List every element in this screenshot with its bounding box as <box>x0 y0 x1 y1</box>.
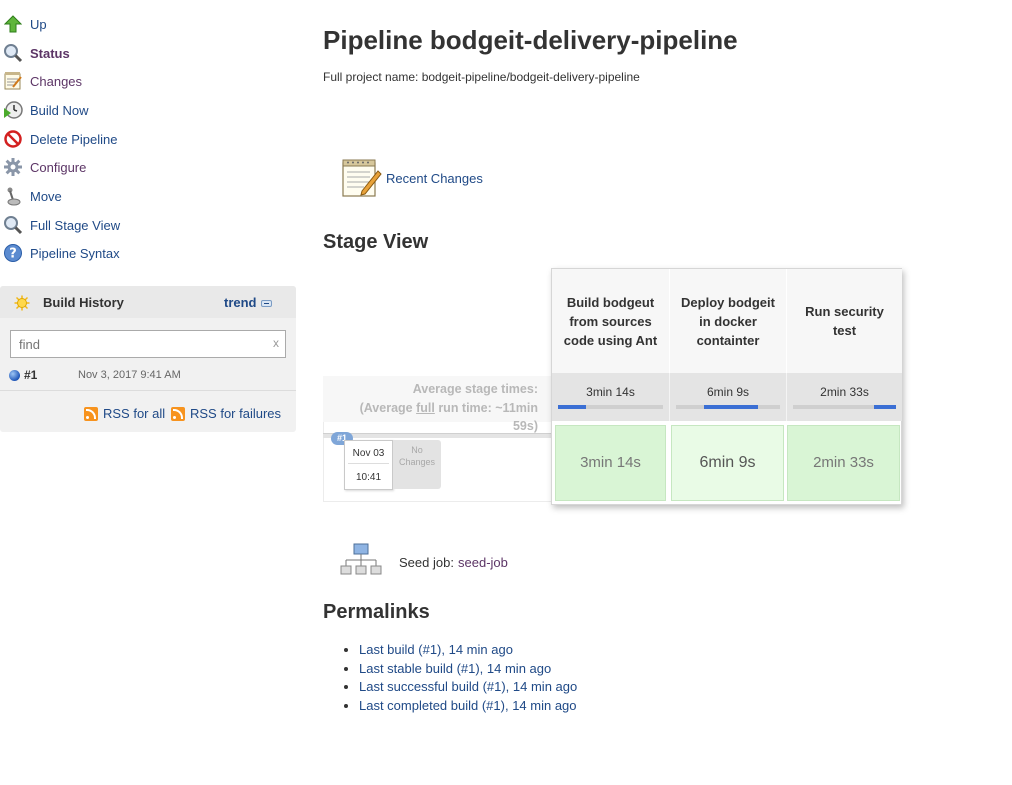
task-full-stage-view-link[interactable]: Full Stage View <box>30 218 120 233</box>
permalink-item: Last build (#1), 14 min ago <box>359 641 577 660</box>
no-changes-box: No Changes <box>393 440 441 489</box>
sitemap-icon <box>340 543 382 580</box>
task-build-now-link[interactable]: Build Now <box>30 103 89 118</box>
build-date: Nov 03 <box>352 448 385 459</box>
permalink-item: Last completed build (#1), 14 min ago <box>359 697 577 716</box>
rss-all-link[interactable]: RSS for all <box>103 406 165 421</box>
help-icon: ? <box>2 242 24 264</box>
build-row[interactable]: #1 Nov 3, 2017 9:41 AM <box>0 364 296 386</box>
task-configure-link[interactable]: Configure <box>30 160 86 175</box>
sun-icon <box>14 295 30 314</box>
recent-changes-link[interactable]: Recent Changes <box>386 171 483 186</box>
permalink-item: Last stable build (#1), 14 min ago <box>359 660 577 679</box>
stage-avg-bar-fill <box>558 405 587 409</box>
build-time: 10:41 <box>355 472 382 483</box>
task-status-link[interactable]: Status <box>30 46 70 61</box>
task-move[interactable]: Move <box>2 184 62 208</box>
notepad-icon <box>2 70 24 92</box>
avg-label-suffix: run time: ~11min <box>434 400 538 415</box>
avg-label-line-1: Average stage times: <box>412 382 538 396</box>
permalink-last-successful-build[interactable]: Last successful build (#1), 14 min ago <box>359 679 577 694</box>
stage-avg-bar-fill <box>704 405 759 409</box>
stage-avg-security: 2min 33s <box>786 373 902 421</box>
build-search-input[interactable] <box>17 332 257 356</box>
joystick-icon <box>2 185 24 207</box>
stage-header-deploy: Deploy bodgeit in docker containter <box>669 269 786 373</box>
gear-icon <box>2 156 24 178</box>
rss-all[interactable]: RSS for all <box>84 406 165 421</box>
build-timeline-bar <box>323 433 551 438</box>
trend-link[interactable]: trend <box>224 295 257 310</box>
avg-label-prefix: (Average <box>359 400 417 415</box>
build-date-link[interactable]: Nov 3, 2017 9:41 AM <box>78 369 181 381</box>
divider <box>0 390 296 391</box>
stage-cell-build[interactable]: 3min 14s <box>555 425 666 501</box>
task-status[interactable]: Status <box>2 41 70 65</box>
stage-header-security: Run security test <box>786 269 902 373</box>
seed-job-link[interactable]: seed-job <box>458 555 508 570</box>
stage-view-title: Stage View <box>323 231 429 253</box>
collapse-icon[interactable] <box>261 300 272 307</box>
up-arrow-icon <box>2 13 24 35</box>
page-title: Pipeline bodgeit-delivery-pipeline <box>323 25 738 55</box>
stage-header-build: Build bodgeut from sources code using An… <box>552 269 669 373</box>
stage-avg-bar-fill <box>874 405 896 409</box>
task-changes[interactable]: Changes <box>2 69 82 93</box>
permalink-last-completed-build[interactable]: Last completed build (#1), 14 min ago <box>359 698 577 713</box>
clear-search-icon[interactable]: x <box>273 336 279 350</box>
permalink-last-stable-build[interactable]: Last stable build (#1), 14 min ago <box>359 661 551 676</box>
stage-avg-bar <box>676 405 780 409</box>
stage-cell-deploy[interactable]: 6min 9s <box>671 425 784 501</box>
seed-job-label: Seed job: <box>399 555 454 570</box>
avg-label-line-2: (Average full run time: ~11min <box>328 399 538 418</box>
divider <box>348 463 389 464</box>
average-stage-times-label: Average stage times: (Average full run t… <box>328 380 538 436</box>
avg-full-link[interactable]: full <box>416 401 435 415</box>
rss-failures[interactable]: RSS for failures <box>171 406 281 421</box>
stage-view-table: Build bodgeut from sources code using An… <box>551 268 902 505</box>
stage-avg-deploy: 6min 9s <box>669 373 786 421</box>
rss-icon <box>84 406 98 421</box>
rss-icon <box>171 406 185 421</box>
stage-avg-build: 3min 14s <box>552 373 669 421</box>
search-icon <box>2 42 24 64</box>
no-changes-line-2: Changes <box>398 457 436 467</box>
stage-avg-bar <box>793 405 896 409</box>
permalink-item: Last successful build (#1), 14 min ago <box>359 678 577 697</box>
task-configure[interactable]: Configure <box>2 155 86 179</box>
task-full-stage-view[interactable]: Full Stage View <box>2 213 120 237</box>
task-changes-link[interactable]: Changes <box>30 74 82 89</box>
build-history-header: Build History trend <box>0 286 296 318</box>
full-project-name: Full project name: bodgeit-pipeline/bodg… <box>323 70 640 84</box>
task-pipeline-syntax-link[interactable]: Pipeline Syntax <box>30 246 120 261</box>
task-build-now[interactable]: Build Now <box>2 98 89 122</box>
task-pipeline-syntax[interactable]: ? Pipeline Syntax <box>2 241 120 265</box>
svg-text:?: ? <box>9 247 17 262</box>
task-move-link[interactable]: Move <box>30 189 62 204</box>
stage-avg-time: 3min 14s <box>586 385 635 399</box>
notepad-icon <box>340 157 382 202</box>
stage-avg-bar <box>558 405 663 409</box>
clock-play-icon <box>2 99 24 121</box>
stage-avg-time: 6min 9s <box>706 385 750 399</box>
permalink-last-build[interactable]: Last build (#1), 14 min ago <box>359 642 513 657</box>
no-entry-icon <box>2 128 24 150</box>
build-history-title: Build History <box>43 295 124 310</box>
stage-cell-security[interactable]: 2min 33s <box>787 425 900 501</box>
rss-failures-link[interactable]: RSS for failures <box>190 406 281 421</box>
task-delete-pipeline-link[interactable]: Delete Pipeline <box>30 132 117 147</box>
permalinks-list: Last build (#1), 14 min ago Last stable … <box>323 641 577 715</box>
task-delete-pipeline[interactable]: Delete Pipeline <box>2 127 117 151</box>
task-up[interactable]: Up <box>2 12 47 36</box>
build-history-panel: Build History trend x #1 Nov 3, 2017 9:4… <box>0 286 296 432</box>
build-date-box[interactable]: Nov 03 10:41 <box>344 440 393 490</box>
build-number-link[interactable]: #1 <box>24 368 37 382</box>
stage-avg-time: 2min 33s <box>820 385 869 399</box>
build-search-box[interactable]: x <box>10 330 286 358</box>
build-status-ball-icon <box>9 370 20 381</box>
search-icon <box>2 214 24 236</box>
no-changes-line-1: No <box>411 445 423 455</box>
task-up-link[interactable]: Up <box>30 17 47 32</box>
permalinks-title: Permalinks <box>323 601 430 623</box>
